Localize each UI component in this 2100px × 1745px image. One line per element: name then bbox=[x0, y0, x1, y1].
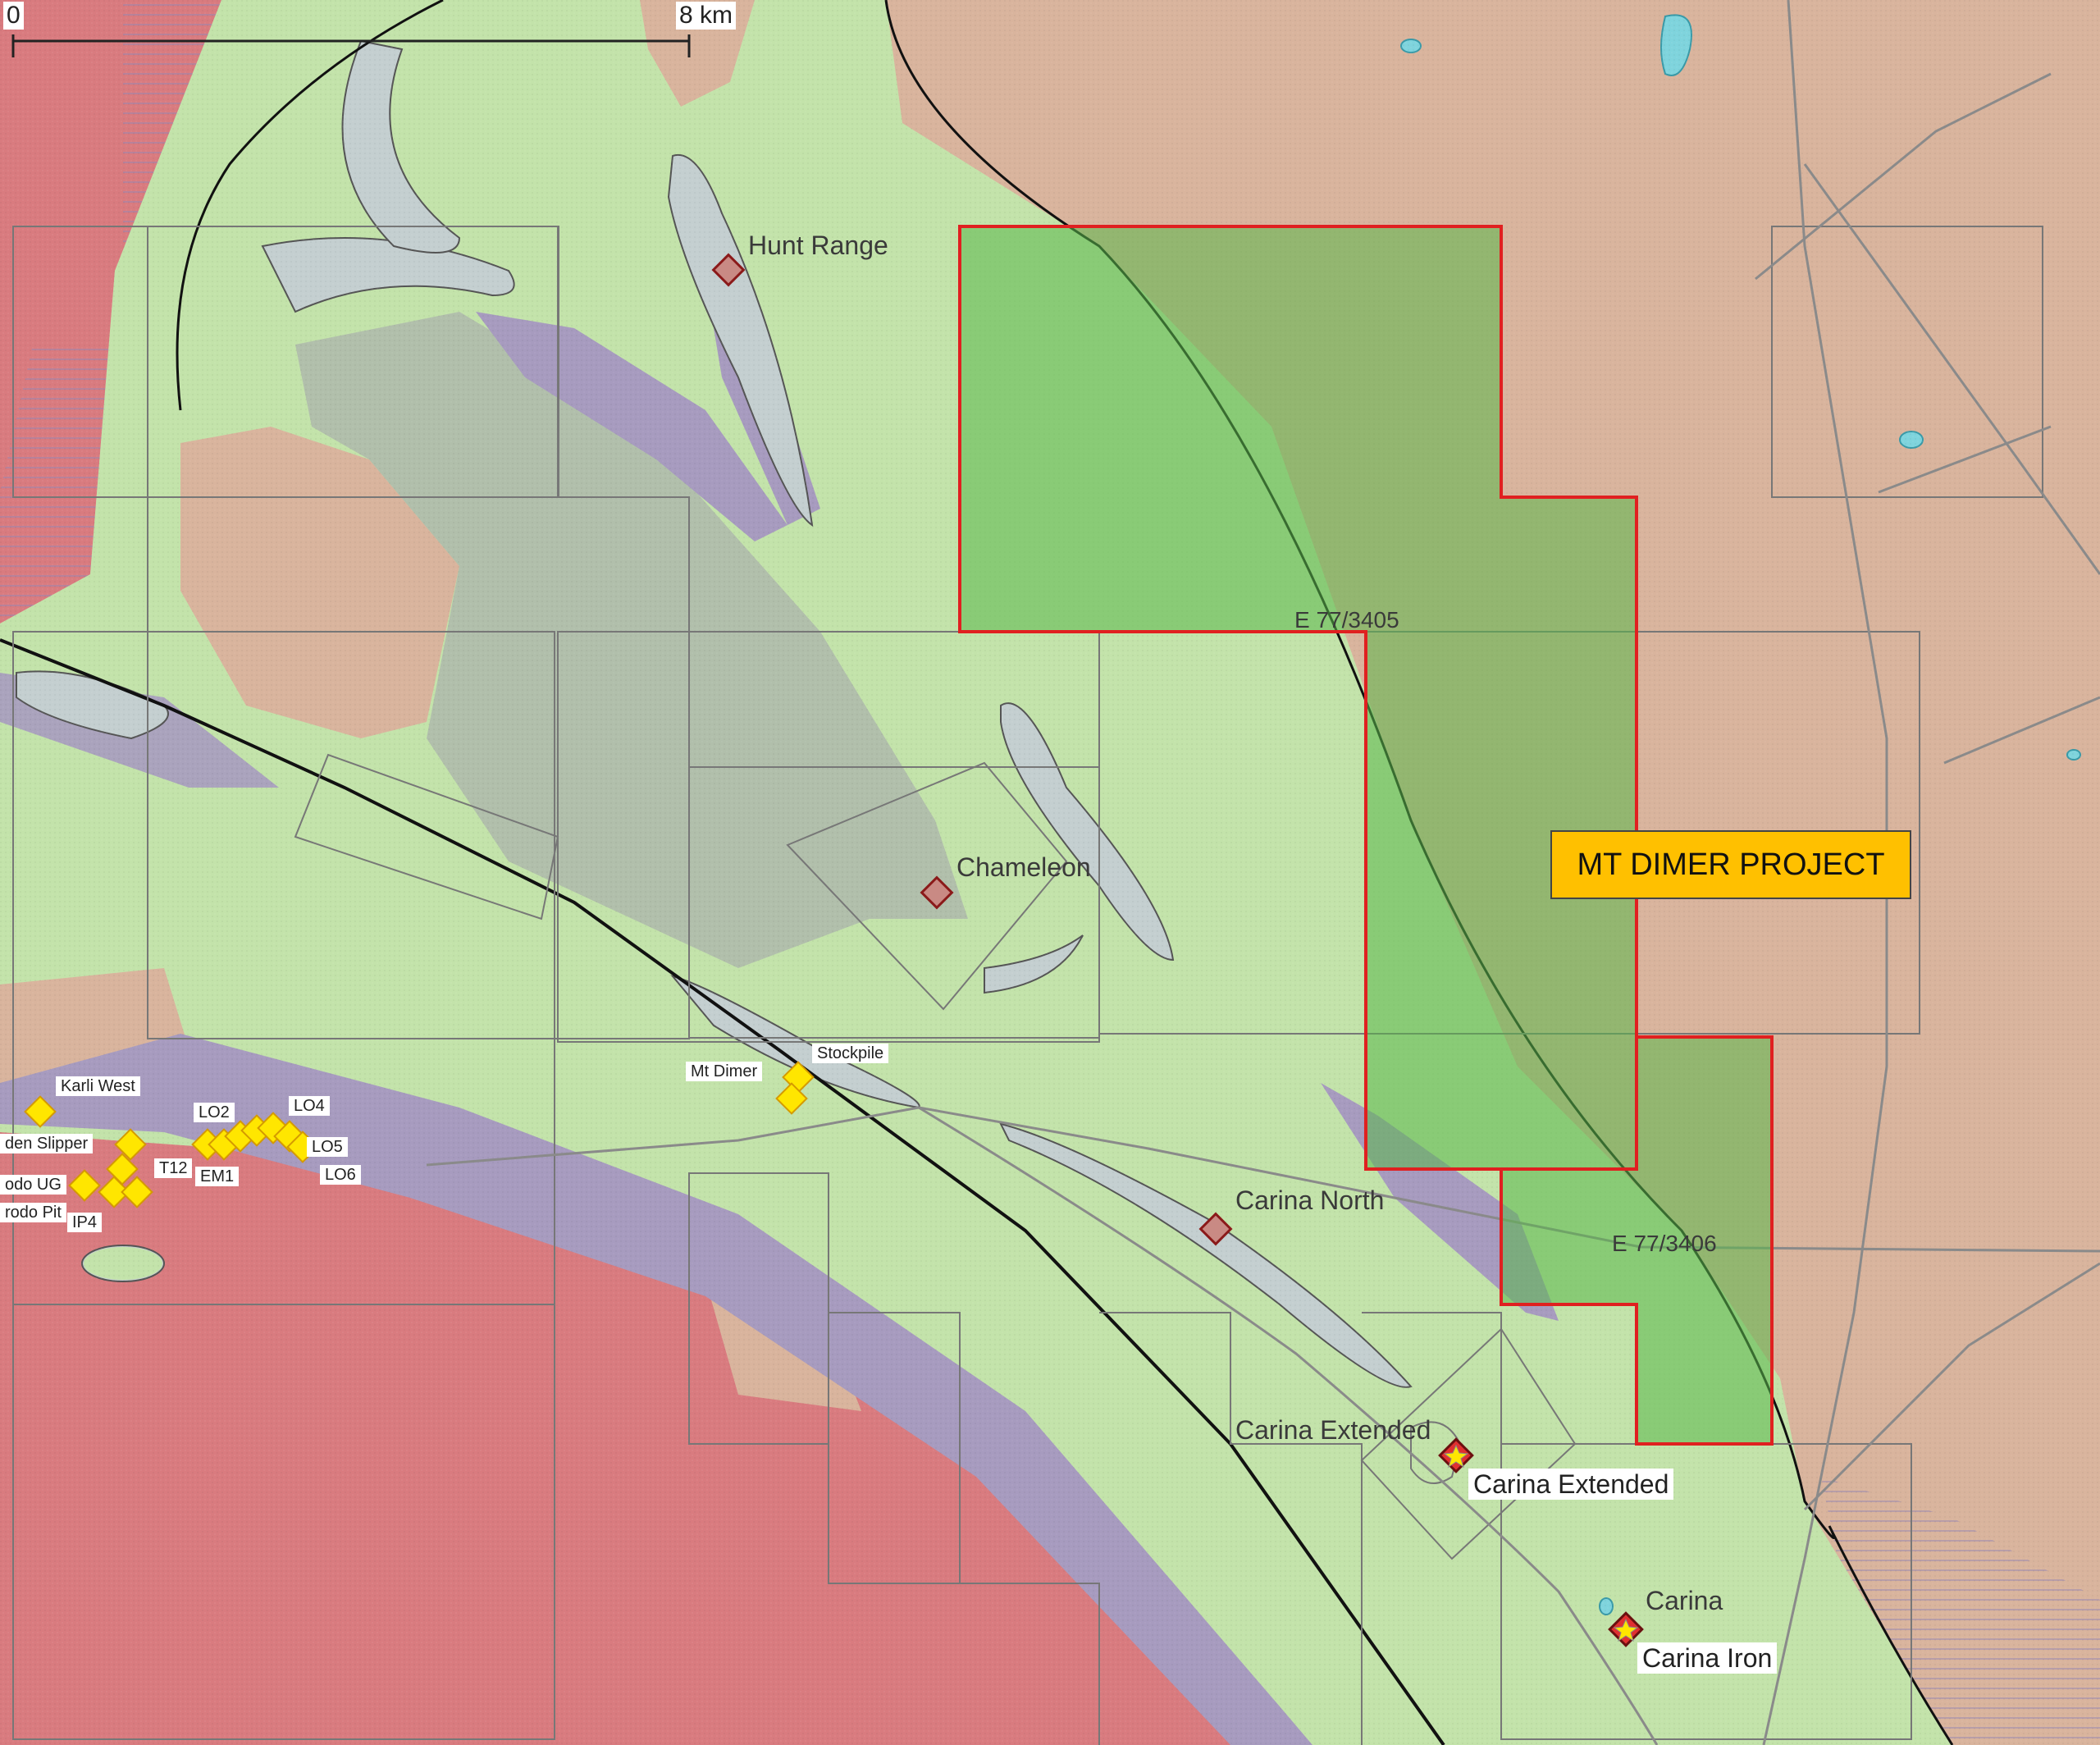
scale-label-start: 0 bbox=[3, 2, 24, 30]
mine-label-lo4: LO4 bbox=[289, 1096, 330, 1116]
mine-label-lo5: LO5 bbox=[307, 1137, 348, 1157]
mine-label-ip4: IP4 bbox=[67, 1213, 103, 1232]
prospect-label-carina-north: Carina North bbox=[1235, 1185, 1384, 1215]
prospect-label-chameleon: Chameleon bbox=[956, 852, 1091, 882]
deposit-label-carina-iron: Carina Iron bbox=[1637, 1642, 1778, 1674]
mine-label-golden-slipper: den Slipper bbox=[0, 1134, 94, 1153]
mine-label-lo2: LO2 bbox=[194, 1103, 235, 1122]
mine-label-dodo-ug: odo UG bbox=[0, 1175, 66, 1195]
prospect-label-hunt-range: Hunt Range bbox=[748, 231, 888, 260]
deposit-label-carina-extended: Carina Extended bbox=[1468, 1469, 1674, 1501]
tenement-label-e77-3406: E 77/3406 bbox=[1612, 1231, 1717, 1256]
scale-label-end: 8 km bbox=[676, 2, 737, 30]
mine-label-em1: EM1 bbox=[195, 1167, 240, 1186]
mine-label-stockpile: Stockpile bbox=[812, 1044, 889, 1063]
mine-label-karli-west: Karli West bbox=[56, 1076, 140, 1096]
geology-map: E 77/3405 E 77/3406 Hunt Range Chameleon… bbox=[0, 0, 2100, 1745]
prospect-label-carina: Carina bbox=[1646, 1586, 1723, 1615]
mine-label-dodo-pit: rodo Pit bbox=[0, 1203, 66, 1222]
mine-label-t12: T12 bbox=[154, 1158, 193, 1178]
project-label: MT DIMER PROJECT bbox=[1550, 830, 1911, 899]
prospect-label-carina-extended: Carina Extended bbox=[1235, 1415, 1431, 1445]
tenement-label-e77-3405: E 77/3405 bbox=[1294, 607, 1399, 633]
mine-label-lo6: LO6 bbox=[320, 1165, 361, 1185]
mine-label-mt-dimer: Mt Dimer bbox=[686, 1062, 763, 1081]
